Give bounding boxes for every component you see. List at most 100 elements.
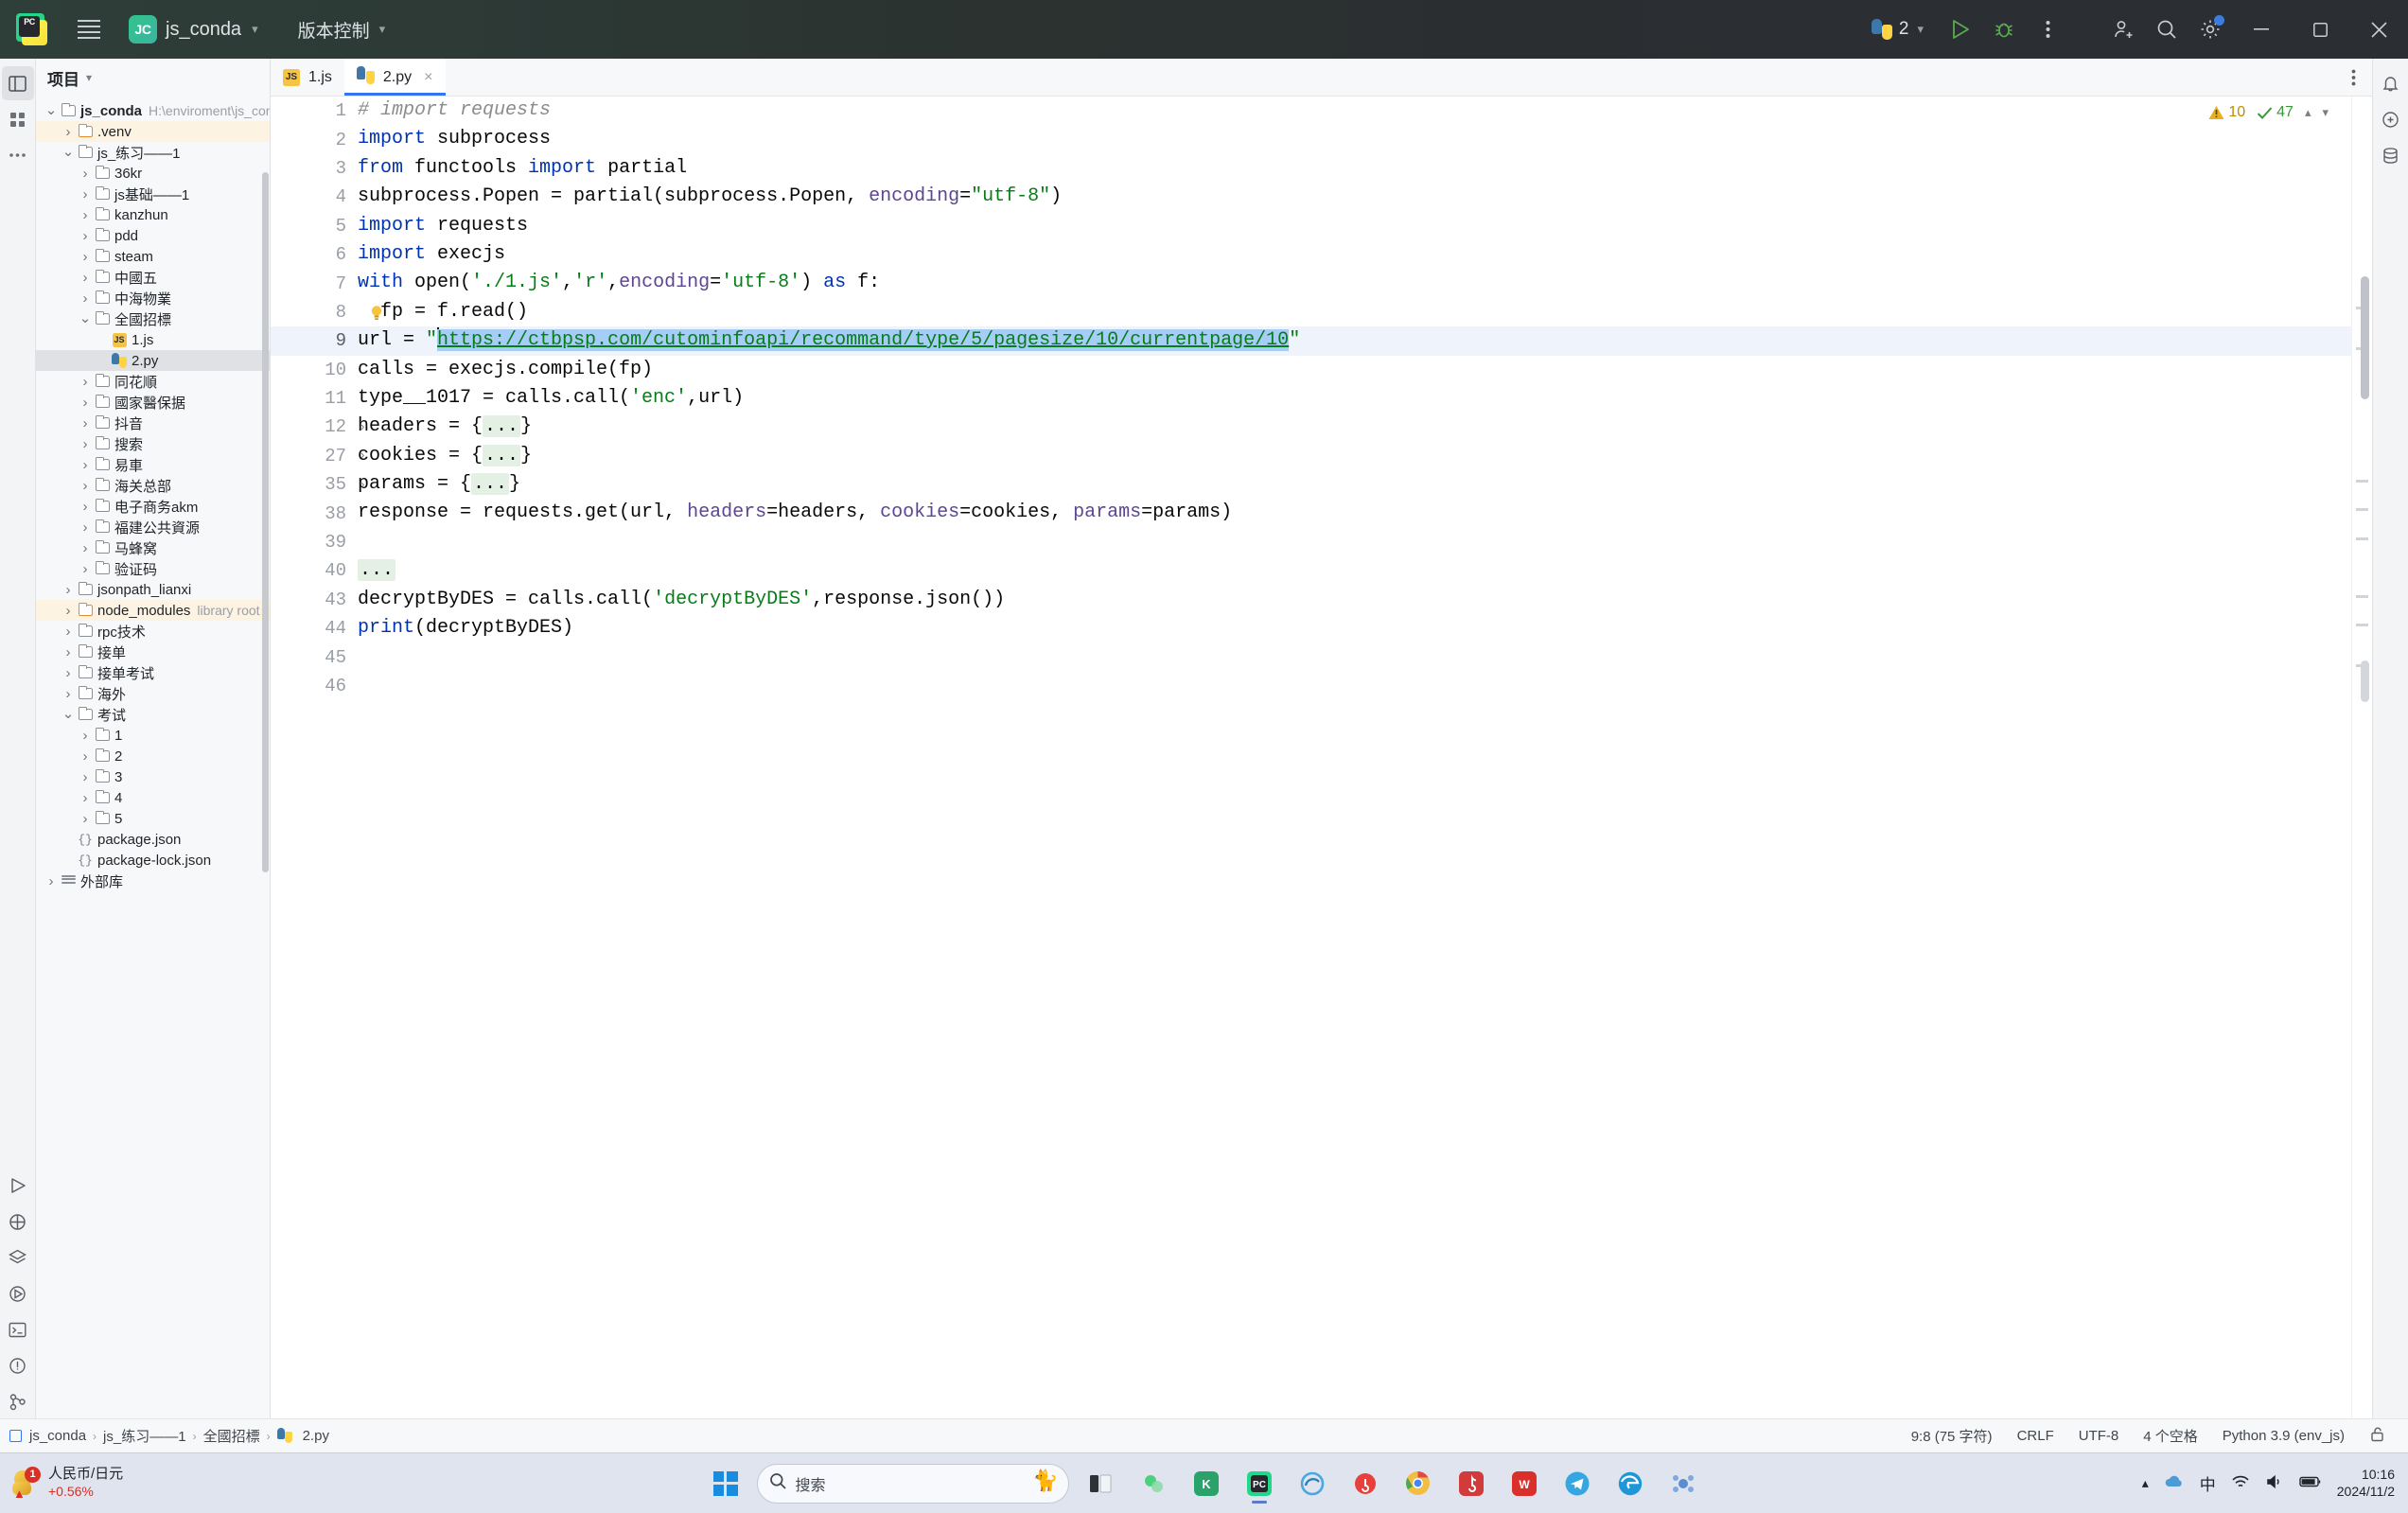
file-encoding[interactable]: UTF-8 xyxy=(2079,1428,2119,1444)
hamburger-menu-icon[interactable] xyxy=(68,9,110,50)
tree-item-1.js[interactable]: JS 1.js xyxy=(36,329,270,350)
tree-item-2[interactable]: › 2 xyxy=(36,746,270,766)
tree-item-[interactable]: ⌄ 考试 xyxy=(36,704,270,725)
tree-item-.venv[interactable]: › .venv xyxy=(36,121,270,142)
chevron-right-icon[interactable]: › xyxy=(78,478,93,494)
taskbar-search[interactable]: 搜索 🐈 xyxy=(756,1463,1069,1504)
widgets-icon[interactable] xyxy=(1132,1462,1175,1505)
line-number-gutter[interactable]: 123456789101112›27›35›383940›43444546 xyxy=(271,97,382,1418)
line-number[interactable]: 12 › xyxy=(271,413,366,441)
line-number[interactable]: 6 xyxy=(271,240,356,269)
chevron-right-icon[interactable]: › xyxy=(78,395,93,411)
tree-item-[interactable]: › 验证码 xyxy=(36,558,270,579)
volume-icon[interactable] xyxy=(2265,1474,2284,1492)
run-tool-icon[interactable] xyxy=(2,1169,34,1203)
add-user-icon[interactable] xyxy=(2101,8,2145,51)
editor-tab-2-py[interactable]: 2.py × xyxy=(343,59,446,96)
python-interpreter[interactable]: Python 3.9 (env_js) xyxy=(2223,1428,2345,1444)
code-line[interactable]: import requests xyxy=(356,212,2372,240)
breadcrumb-item[interactable]: 2.py xyxy=(303,1428,329,1444)
task-view-icon[interactable] xyxy=(1079,1462,1122,1505)
chevron-down-icon[interactable]: ⌄ xyxy=(44,103,59,117)
chevron-right-icon[interactable]: › xyxy=(78,457,93,473)
services-icon[interactable] xyxy=(2,1240,34,1275)
chevron-right-icon[interactable]: › xyxy=(78,561,93,577)
code-line[interactable]: subprocess.Popen = partial(subprocess.Po… xyxy=(356,183,2372,211)
chevron-right-icon[interactable]: › xyxy=(61,582,76,598)
tree-item-[interactable]: › 马蜂窝 xyxy=(36,537,270,558)
chevron-down-icon[interactable]: ⌄ xyxy=(61,707,76,721)
chevron-right-icon[interactable]: › xyxy=(61,624,76,640)
code-line[interactable]: import subprocess xyxy=(356,125,2372,153)
breadcrumb-item[interactable]: 全國招標 xyxy=(203,1426,260,1446)
code-line[interactable]: type__1017 = calls.call('enc',url) xyxy=(356,384,2372,413)
version-control-menu[interactable]: 版本控制 ▾ xyxy=(289,12,395,47)
line-number[interactable]: 5 xyxy=(271,212,356,240)
chevron-down-icon[interactable]: ▾ xyxy=(86,71,92,84)
tree-item-36kr[interactable]: › 36kr xyxy=(36,163,270,184)
chevron-right-icon[interactable]: › xyxy=(78,728,93,744)
python-console-icon[interactable] xyxy=(2,1205,34,1239)
code-line[interactable]: url = "https://ctbpsp.com/cutominfoapi/r… xyxy=(356,326,2372,356)
tree-item-pdd[interactable]: › pdd xyxy=(36,225,270,246)
debug-button[interactable] xyxy=(1982,8,2026,51)
tree-item-[interactable]: › 接单考试 xyxy=(36,662,270,683)
line-number[interactable]: 1 xyxy=(271,97,356,125)
tree-item-5[interactable]: › 5 xyxy=(36,808,270,829)
run-button[interactable] xyxy=(1939,8,1982,51)
chevron-right-icon[interactable]: › xyxy=(61,644,76,660)
code-line[interactable]: from functools import partial xyxy=(356,154,2372,183)
code-line[interactable] xyxy=(356,528,2372,556)
code-line[interactable]: response = requests.get(url, headers=hea… xyxy=(356,499,2372,527)
tree-item-kanzhun[interactable]: › kanzhun xyxy=(36,204,270,225)
battery-icon[interactable] xyxy=(2299,1475,2322,1491)
tree-item-jsonpath_lianxi[interactable]: › jsonpath_lianxi xyxy=(36,579,270,600)
code-line[interactable]: print(decryptByDES) xyxy=(356,614,2372,642)
indent-setting[interactable]: 4 个空格 xyxy=(2143,1426,2198,1446)
editor-tab-1-js[interactable]: JS 1.js xyxy=(271,59,344,96)
stock-widget[interactable]: 1 ▲ 人民币/日元 +0.56% xyxy=(0,1466,123,1501)
netease-music-icon[interactable] xyxy=(1344,1462,1387,1505)
tree-item-1[interactable]: › 1 xyxy=(36,725,270,746)
wifi-icon[interactable] xyxy=(2231,1474,2250,1492)
tree-item-js_1[interactable]: ⌄ js_练习——1 xyxy=(36,142,270,163)
line-number[interactable]: 44 xyxy=(271,614,356,642)
close-tab-icon[interactable]: × xyxy=(424,69,432,86)
code-line[interactable]: decryptByDES = calls.call('decryptByDES'… xyxy=(356,586,2372,614)
maximize-icon[interactable] xyxy=(2291,0,2349,59)
code-line[interactable]: fp = f.read() xyxy=(356,298,2372,326)
caret-position[interactable]: 9:8 (75 字符) xyxy=(1911,1426,1993,1446)
douyin-icon[interactable] xyxy=(1450,1462,1493,1505)
edge-icon[interactable] xyxy=(1608,1462,1652,1505)
ok-count-badge[interactable]: 47 xyxy=(2257,104,2294,121)
project-tool-icon[interactable] xyxy=(1,66,34,100)
chevron-right-icon[interactable]: › xyxy=(61,665,76,681)
tree-item-node_modules[interactable]: › node_modules library root xyxy=(36,600,270,621)
code-line[interactable]: calls = execjs.compile(fp) xyxy=(356,356,2372,384)
code-line[interactable]: import execjs xyxy=(356,240,2372,269)
coverage-icon[interactable] xyxy=(2,1276,34,1311)
terminal-icon[interactable] xyxy=(2,1312,34,1346)
warning-count-badge[interactable]: 10 xyxy=(2208,104,2245,121)
line-number[interactable]: 8 xyxy=(271,298,382,326)
pycharm-icon[interactable]: PC xyxy=(1238,1462,1281,1505)
line-number[interactable]: 38 xyxy=(271,499,356,527)
edge-dev-icon[interactable] xyxy=(1291,1462,1334,1505)
wps-icon[interactable]: W xyxy=(1503,1462,1546,1505)
tree-item-[interactable]: › 同花順 xyxy=(36,371,270,392)
project-selector[interactable]: JC js_conda ▾ xyxy=(123,10,268,48)
project-tree[interactable]: ⌄ js_conda H:\enviroment\js_conda › .venv ⌄ js… xyxy=(36,97,270,1418)
tree-item-akm[interactable]: › 电子商务akm xyxy=(36,496,270,517)
cloud-sync-icon[interactable] xyxy=(2164,1473,2185,1493)
tree-item-4[interactable]: › 4 xyxy=(36,787,270,808)
tree-item-[interactable]: › 接单 xyxy=(36,642,270,662)
chevron-right-icon[interactable]: › xyxy=(44,873,59,889)
tree-item-rpc[interactable]: › rpc技术 xyxy=(36,621,270,642)
tree-item-[interactable]: › 福建公共資源 xyxy=(36,517,270,537)
editor-options-icon[interactable] xyxy=(2334,59,2372,96)
chevron-right-icon[interactable]: › xyxy=(78,540,93,556)
chevron-right-icon[interactable]: › xyxy=(61,686,76,702)
tree-item-2.py[interactable]: 2.py xyxy=(36,350,270,371)
tree-item-[interactable]: › 抖音 xyxy=(36,413,270,433)
chrome-icon[interactable] xyxy=(1397,1462,1440,1505)
